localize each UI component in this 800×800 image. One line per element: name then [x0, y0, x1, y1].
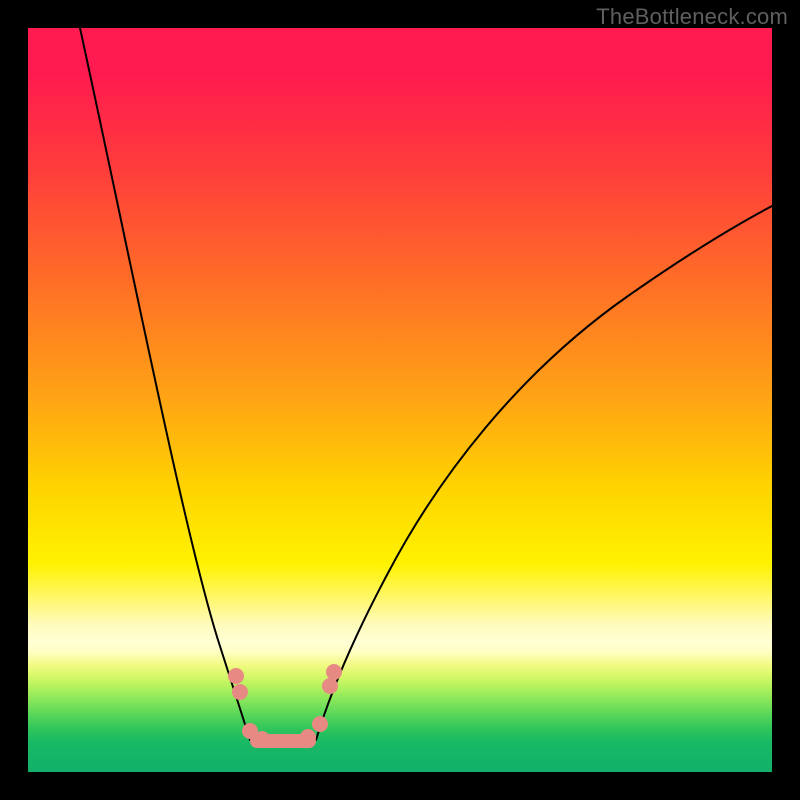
marker-dot — [326, 664, 342, 680]
marker-dot — [254, 731, 270, 747]
marker-dot — [232, 684, 248, 700]
marker-dot — [228, 668, 244, 684]
marker-dot — [322, 678, 338, 694]
plot-area — [28, 28, 772, 772]
marker-dot — [312, 716, 328, 732]
watermark-text: TheBottleneck.com — [596, 4, 788, 30]
curve-left — [80, 28, 250, 740]
marker-dot — [300, 729, 316, 745]
curve-overlay — [28, 28, 772, 772]
curve-right — [316, 206, 772, 740]
chart-frame: TheBottleneck.com — [0, 0, 800, 800]
